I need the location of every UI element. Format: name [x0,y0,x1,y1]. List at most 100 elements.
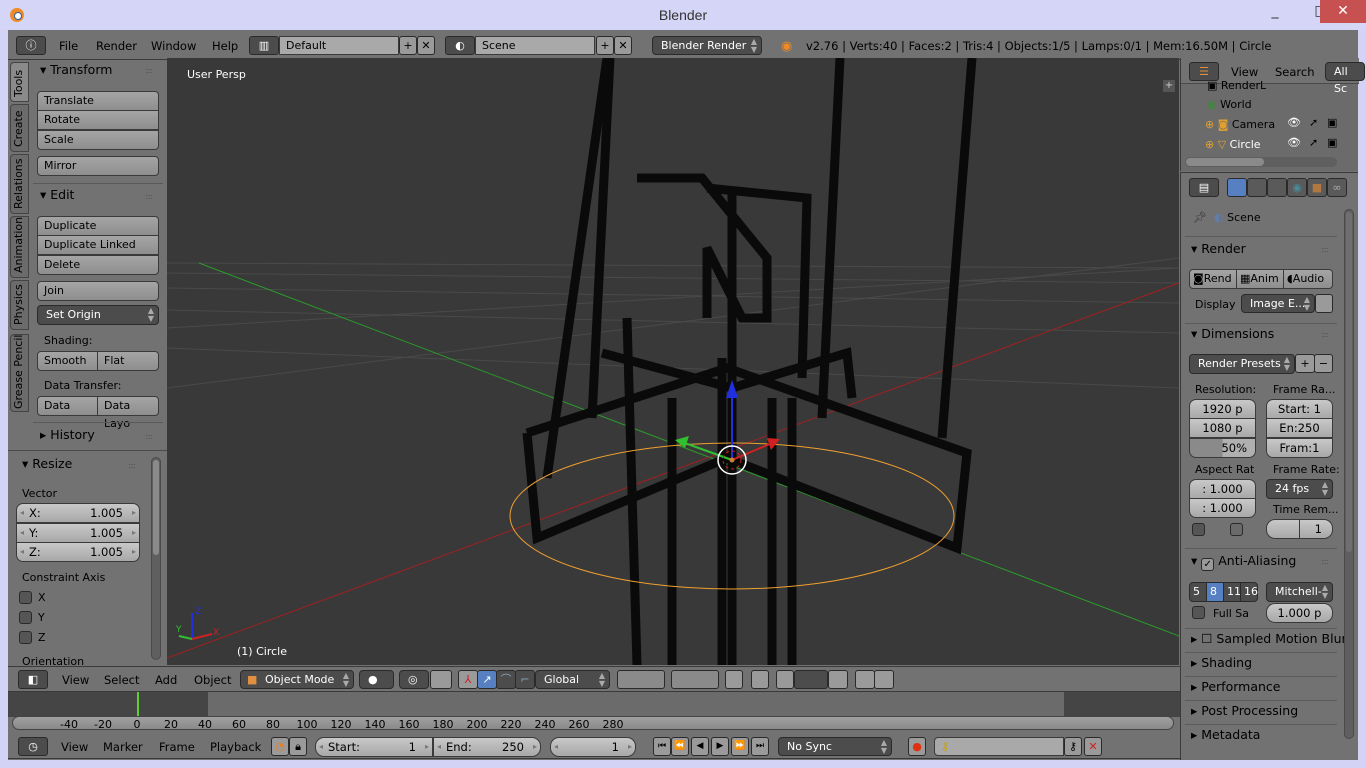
transform-panel-header[interactable]: ▾ Transform [40,62,112,77]
timeline-scrollbar[interactable] [12,716,1174,730]
data-transfer-button[interactable]: Data [37,396,98,416]
render-image-icon[interactable] [855,670,875,689]
display-dropdown[interactable]: Image E... ▲ ▼ [1241,294,1315,313]
y-arrow-icon[interactable] [675,436,689,448]
drag-grip-icon[interactable]: :::: [1321,245,1329,254]
tab-relations[interactable]: Relations [10,154,29,214]
resolution-y-field[interactable]: 1080 p [1189,418,1256,438]
current-frame-marker[interactable] [137,692,139,717]
outliner-item-renderlayers[interactable]: ▣ RenderL [1207,79,1266,92]
editor-type-info-icon[interactable]: ⓘ [16,36,46,55]
menu-view[interactable]: View [61,740,88,754]
scale-button[interactable]: Scale [37,130,159,150]
add-preset-icon[interactable]: + [1295,354,1315,373]
delete-scene-icon[interactable]: ✕ [614,36,632,55]
snap-icon[interactable] [776,670,794,689]
snap-element-dropdown[interactable] [794,670,828,689]
jump-end-icon[interactable]: ⏭ [751,737,769,756]
menu-view[interactable]: View [1231,65,1258,79]
edit-panel-header[interactable]: ▾ Edit [40,187,74,202]
rotate-manipulator-icon[interactable]: ⌒ [496,670,516,689]
resolution-x-field[interactable]: 1920 p [1189,399,1256,419]
current-frame-field[interactable]: ◂ 1 ▸ [550,737,636,757]
dimensions-panel-header[interactable]: ▾ Dimensions [1191,326,1274,341]
outliner-filter-dropdown[interactable]: All Sc [1325,62,1365,95]
render-image-button[interactable]: ◙Rend [1189,269,1237,289]
outliner-item-circle[interactable]: ⊕ ▽ Circle [1205,138,1261,151]
operator-scrollbar[interactable] [151,457,161,660]
properties-toggle-icon[interactable]: + [1163,80,1175,92]
selectable-cursor-icon[interactable]: ➚ [1309,136,1318,149]
screen-layout-field[interactable]: Default [279,36,399,55]
sync-dropdown[interactable]: No Sync ▲ ▼ [778,737,892,756]
render-animation-button[interactable]: ▦Anim [1236,269,1284,289]
play-reverse-icon[interactable]: ◀ [691,737,709,756]
scene-icon[interactable]: ◐ [445,36,475,55]
scale-manipulator-icon[interactable]: ⌐ [515,670,535,689]
tab-physics[interactable]: Physics [10,280,29,330]
outliner-hscrollbar[interactable] [1185,157,1337,167]
snap-target-icon[interactable] [828,670,848,689]
panel-header-performance[interactable]: ▸ Performance [1191,679,1280,694]
screen-layout-icon[interactable]: ▥ [249,36,279,55]
drag-grip-icon[interactable]: :::: [1321,557,1329,566]
remove-preset-icon[interactable]: − [1314,354,1333,373]
jump-keyframe-back-icon[interactable]: ⏪ [671,737,689,756]
orientation-dropdown[interactable]: Global ▲ ▼ [535,670,610,689]
render-engine-dropdown[interactable]: Blender Render ▲ ▼ [652,36,762,55]
panel-header-sampled-motion-blur[interactable]: ▸ ☐ Sampled Motion Blur [1191,631,1347,646]
anti-aliasing-checkbox[interactable]: ✓ [1201,558,1215,571]
render-tab-icon[interactable] [1227,178,1247,197]
constraint-z-checkbox[interactable] [19,631,32,644]
menu-playback[interactable]: Playback [210,740,261,754]
scrollbar-thumb[interactable] [153,460,159,555]
time-remap-new-field[interactable]: 1 [1299,519,1333,539]
manipulator-toggle-icon[interactable] [430,670,452,689]
jump-start-icon[interactable]: ⏮ [653,737,671,756]
render-animation-icon[interactable] [874,670,894,689]
tab-tools[interactable]: Tools [10,62,29,102]
world-tab-icon[interactable]: ◉ [1287,178,1307,197]
vector-y-field[interactable]: ◂ Y: 1.005 ▸ [16,523,140,543]
data-layout-button[interactable]: Data Layo [97,396,159,430]
add-scene-icon[interactable]: + [596,36,614,55]
outliner-item-camera[interactable]: ⊕ ◙ Camera [1205,118,1275,131]
minimize-button[interactable]: _ [1252,0,1298,23]
drag-grip-icon[interactable]: :::: [145,192,153,201]
tab-grease-pencil[interactable]: Grease Pencil [10,334,29,412]
menu-window[interactable]: Window [151,39,196,53]
menu-select[interactable]: Select [104,673,139,687]
constraint-x-checkbox[interactable] [19,591,32,604]
delete-keyframe-icon[interactable]: ✕ [1084,737,1102,756]
scrollbar-thumb[interactable] [1186,158,1264,166]
menu-add[interactable]: Add [155,673,177,687]
aspect-y-field[interactable]: : 1.000 [1189,498,1256,518]
panel-header-post-processing[interactable]: ▸ Post Processing [1191,703,1298,718]
properties-scrollbar[interactable] [1344,209,1354,739]
full-sample-checkbox[interactable] [1192,606,1205,619]
pin-icon[interactable]: 📌︎ [1193,211,1207,224]
panel-header-metadata[interactable]: ▸ Metadata [1191,727,1260,742]
resize-panel-header[interactable]: ▾ Resize [22,456,72,471]
drag-grip-icon[interactable]: :::: [145,66,153,75]
scene-field[interactable]: Scene [475,36,595,55]
aa-filter-size-field[interactable]: 1.000 p [1266,603,1333,623]
aa-samples-5-button[interactable]: 5 [1189,582,1207,602]
start-frame-field[interactable]: ◂ Start: 1 ▸ [315,737,433,757]
lock-layers-icon[interactable] [725,670,743,689]
aa-samples-8-button[interactable]: 8 [1206,582,1224,602]
add-screen-icon[interactable]: + [399,36,417,55]
render-layers-tab-icon[interactable] [1247,178,1267,197]
keying-set-field[interactable]: ⚷ [934,737,1064,756]
render-presets-dropdown[interactable]: Render Presets ▲ ▼ [1189,354,1295,374]
viewport-shading-dropdown[interactable]: ● [359,670,394,689]
drag-grip-icon[interactable]: :::: [1321,330,1329,339]
3d-viewport[interactable]: Z X Y User Persp (1) Circle + [167,58,1179,665]
timeline-area[interactable] [8,692,1180,717]
frame-rate-dropdown[interactable]: 24 fps ▲ ▼ [1266,479,1333,499]
history-panel-header[interactable]: ▸ History [40,427,95,442]
preview-range-icon[interactable]: ◔ [271,737,289,756]
scrollbar-thumb[interactable] [1346,212,1352,552]
vector-z-field[interactable]: ◂ Z: 1.005 ▸ [16,542,140,562]
outliner-item-world[interactable]: ◉ World [1207,98,1252,111]
